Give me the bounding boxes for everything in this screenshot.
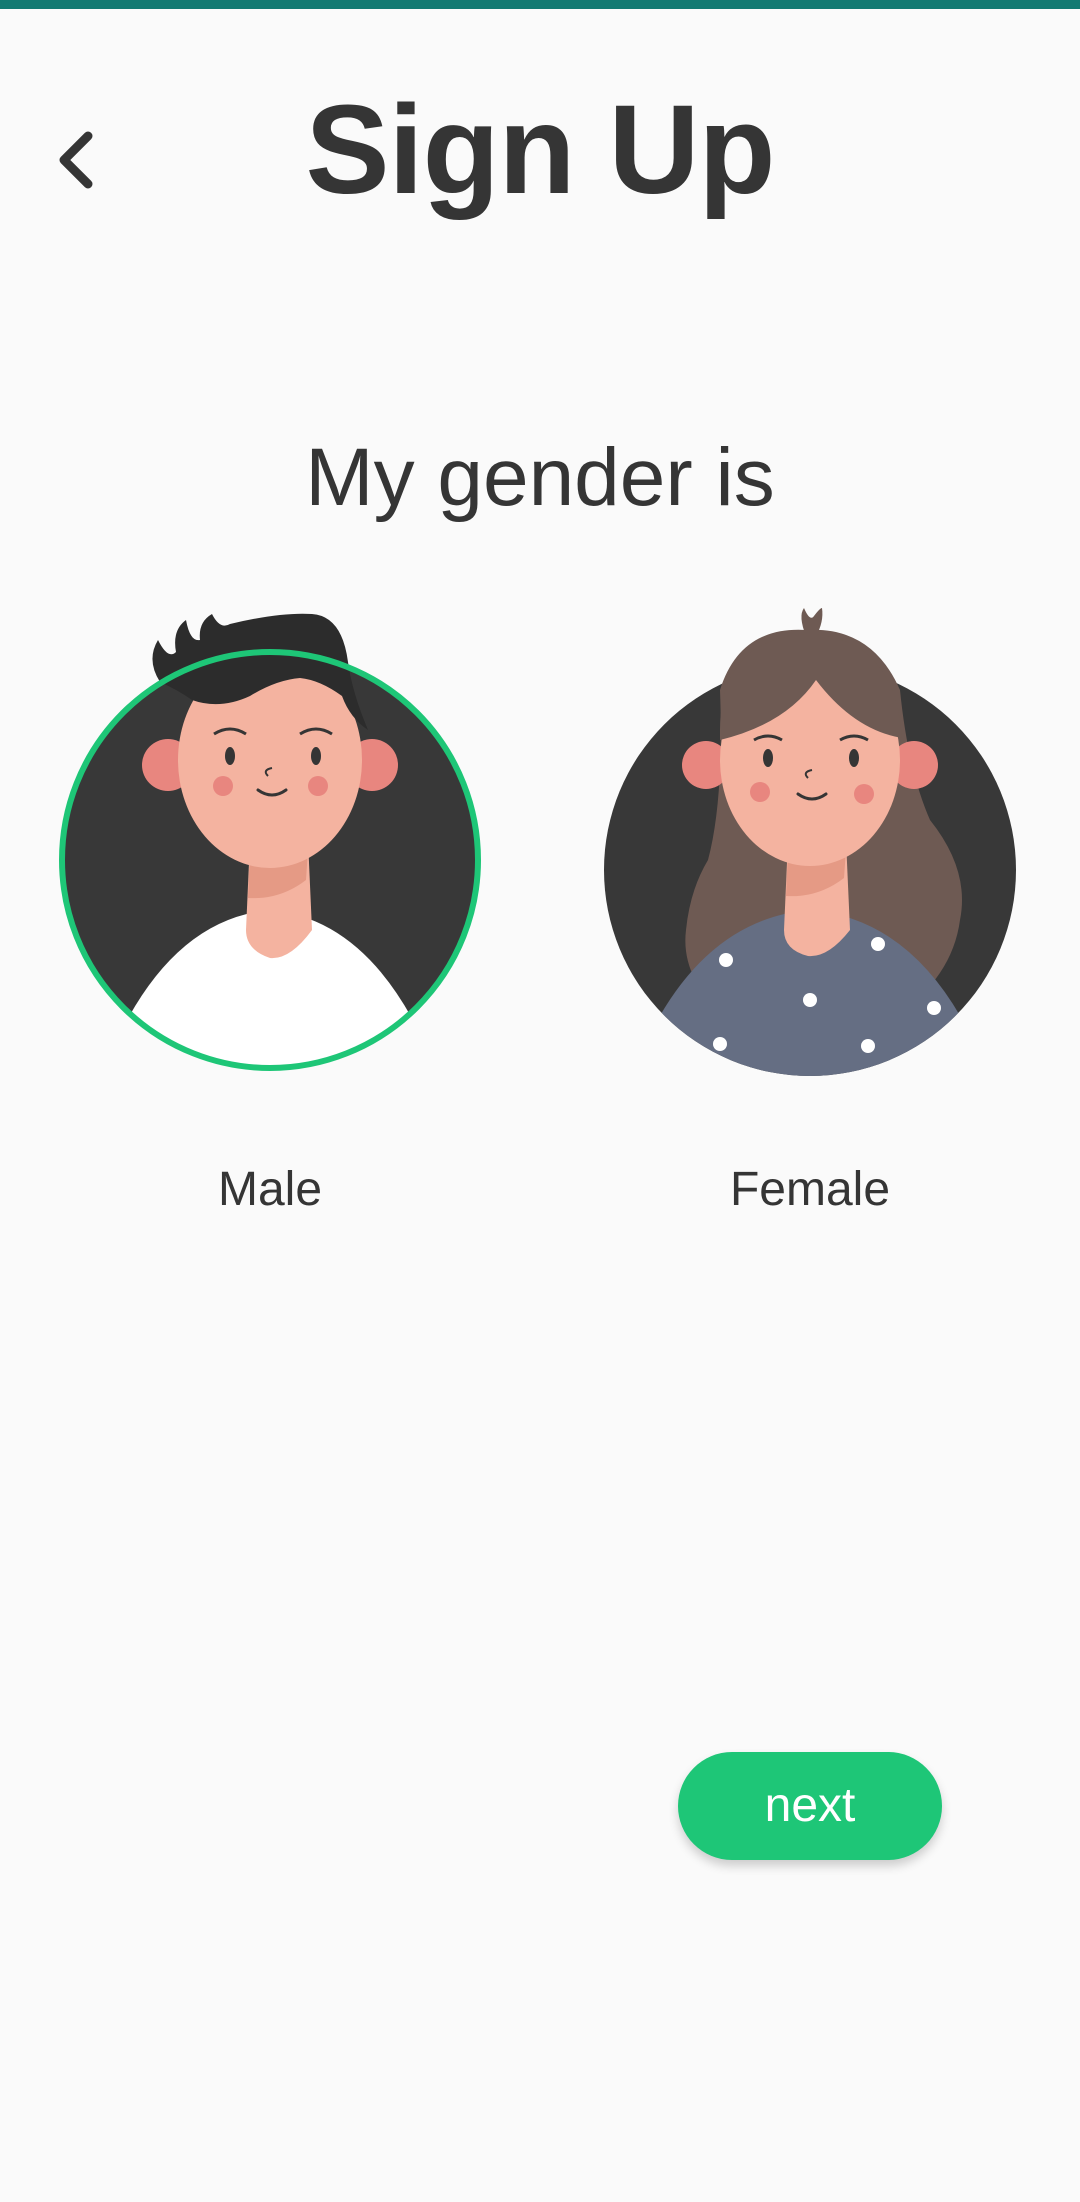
male-avatar [59,613,481,1071]
gender-option-female[interactable] [590,600,1030,1220]
option-label-male: Male [217,1163,323,1216]
status-bar [0,0,1080,9]
next-button[interactable]: next [678,1752,942,1860]
option-label-female: Female [729,1163,891,1216]
female-avatar [604,608,1016,1076]
page-title: Sign Up [305,79,776,220]
gender-prompt: My gender is [305,432,775,523]
gender-option-male[interactable] [50,600,490,1220]
